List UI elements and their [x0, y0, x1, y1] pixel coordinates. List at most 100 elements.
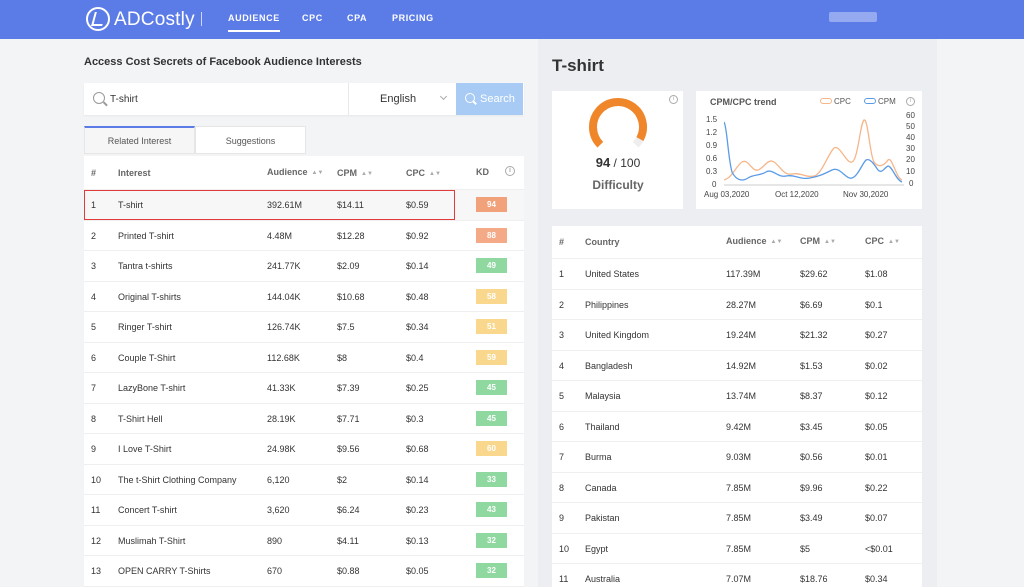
table-row[interactable]: 1 United States 117.39M $29.62 $1.08	[552, 259, 922, 290]
cell-cpm: $7.39	[337, 383, 360, 393]
table-row[interactable]: 11 Concert T-shirt 3,620 $6.24 $0.23 43	[84, 495, 524, 526]
header-cpc-sort[interactable]: CPC ▲▼	[865, 236, 900, 246]
top-nav: ADCostly AUDIENCE CPC CPA PRICING	[0, 0, 1024, 39]
y-left-tick: 0.6	[706, 154, 718, 163]
x-tick: Nov 30,2020	[843, 190, 889, 199]
cell-audience: 9.42M	[726, 421, 752, 432]
table-row[interactable]: 13 OPEN CARRY T-Shirts 670 $0.88 $0.05 32	[84, 556, 524, 587]
y-left-tick: 1.2	[706, 128, 718, 137]
cell-n: 8	[91, 413, 97, 424]
cell-n: 3	[91, 261, 97, 271]
table-row[interactable]: 1 T-shirt 392.61M $14.11 $0.59 94	[84, 190, 524, 221]
cell-interest: Concert T-shirt	[118, 505, 177, 515]
x-tick: Aug 03,2020	[704, 190, 750, 199]
table-row[interactable]: 11 Australia 7.07M $18.76 $0.34	[552, 564, 922, 587]
table-row[interactable]: 7 Burma 9.03M $0.56 $0.01	[552, 442, 922, 473]
search-input[interactable]	[110, 83, 340, 115]
language-select[interactable]: English	[348, 83, 456, 115]
cell-cpc: $0.12	[865, 391, 888, 401]
header-cpc-sort[interactable]: CPC ▲▼	[406, 168, 441, 178]
cell-country: Canada	[585, 482, 617, 493]
cell-interest: Couple T-Shirt	[118, 352, 176, 363]
table-row[interactable]: 10 The t-Shirt Clothing Company 6,120 $2 $0.…	[84, 464, 524, 495]
cell-cpm: $29.62	[800, 269, 828, 279]
table-row[interactable]: 5 Malaysia 13.74M $8.37 $0.12	[552, 381, 922, 412]
cell-n: 6	[91, 352, 97, 363]
cell-cpc: $0.01	[865, 452, 888, 462]
header-audience-sort[interactable]: Audience ▲▼	[267, 167, 323, 177]
cell-cpc: $0.59	[406, 200, 429, 210]
gauge-fill	[589, 98, 647, 148]
info-icon[interactable]: i	[906, 97, 915, 106]
cell-audience: 6,120	[267, 474, 290, 485]
table-row[interactable]: 7 LazyBone T-shirt 41.33K $7.39 $0.25 45	[84, 373, 524, 404]
kd-badge: 59	[476, 349, 507, 365]
cell-cpm: $4.11	[337, 535, 359, 546]
user-account-area[interactable]	[829, 12, 877, 22]
cell-n: 5	[91, 322, 97, 332]
cell-cpc: $0.13	[406, 535, 429, 546]
table-row[interactable]: 5 Ringer T-shirt 126.74K $7.5 $0.34 51	[84, 312, 524, 343]
cell-cpc: $0.1	[865, 299, 883, 310]
table-row[interactable]: 10 Egypt 7.85M $5 <$0.01	[552, 533, 922, 564]
cell-cpc: $0.34	[865, 574, 888, 584]
table-row[interactable]: 8 T-Shirt Hell 28.19K $7.71 $0.3 45	[84, 403, 524, 434]
cell-cpm: $9.96	[800, 482, 823, 493]
cell-cpm: $14.11	[337, 200, 364, 210]
header-kd: KD	[476, 167, 489, 177]
table-row[interactable]: 4 Original T-shirts 144.04K $10.68 $0.48 58	[84, 281, 524, 312]
chevron-down-icon	[439, 92, 448, 101]
header-cpm-sort[interactable]: CPM ▲▼	[800, 236, 836, 246]
kd-badge: 60	[476, 441, 507, 456]
info-icon[interactable]: i	[505, 166, 515, 176]
search-button[interactable]: Search	[456, 83, 523, 115]
cell-cpm: $0.56	[800, 452, 823, 462]
legend-item-cpm[interactable]: CPM	[864, 97, 896, 106]
table-row[interactable]: 2 Philippines 28.27M $6.69 $0.1	[552, 289, 922, 320]
cell-interest: OPEN CARRY T-Shirts	[118, 566, 211, 576]
cell-cpm: $0.88	[337, 566, 360, 576]
table-row[interactable]: 2 Printed T-shirt 4.48M $12.28 $0.92 88	[84, 220, 524, 251]
cell-audience: 112.68K	[267, 352, 300, 363]
header-interest: Interest	[118, 168, 151, 178]
table-row[interactable]: 6 Thailand 9.42M $3.45 $0.05	[552, 411, 922, 442]
cell-interest: Muslimah T-Shirt	[118, 535, 186, 546]
table-row[interactable]: 9 Pakistan 7.85M $3.49 $0.07	[552, 503, 922, 534]
nav-item-pricing[interactable]: PRICING	[392, 13, 434, 23]
cell-interest: T-shirt	[118, 200, 144, 210]
table-row[interactable]: 8 Canada 7.85M $9.96 $0.22	[552, 472, 922, 503]
y-right-tick: 20	[906, 155, 915, 164]
table-row[interactable]: 4 Bangladesh 14.92M $1.53 $0.02	[552, 350, 922, 381]
table-row[interactable]: 3 Tantra t-shirts 241.77K $2.09 $0.14 49	[84, 251, 524, 282]
table-row[interactable]: 3 United Kingdom 19.24M $21.32 $0.27	[552, 320, 922, 351]
cell-n: 10	[559, 543, 570, 554]
kd-badge: 94	[476, 197, 507, 212]
nav-item-audience[interactable]: AUDIENCE	[228, 13, 280, 32]
table-row[interactable]: 12 Muslimah T-Shirt 890 $4.11 $0.13 32	[84, 525, 524, 556]
header-audience-sort[interactable]: Audience ▲▼	[726, 236, 782, 246]
cell-cpc: $1.08	[865, 269, 888, 279]
tab-related-interest[interactable]: Related Interest	[84, 126, 195, 154]
cell-audience: 241.77K	[267, 261, 301, 271]
cell-cpc: $0.92	[406, 230, 429, 241]
cell-country: Australia	[585, 574, 621, 584]
info-icon[interactable]: i	[669, 95, 678, 104]
cell-audience: 7.85M	[726, 482, 752, 493]
nav-item-cpc[interactable]: CPC	[302, 13, 323, 23]
header-cpm-sort[interactable]: CPM ▲▼	[337, 168, 373, 178]
table-row[interactable]: 9 I Love T-Shirt 24.98K $9.56 $0.68 60	[84, 434, 524, 465]
cell-cpm: $2.09	[337, 261, 360, 271]
cell-n: 13	[91, 566, 102, 576]
cell-interest: T-Shirt Hell	[118, 413, 163, 424]
cell-n: 6	[559, 421, 565, 432]
kd-badge: 49	[476, 258, 507, 273]
cell-n: 11	[91, 505, 101, 515]
legend-item-cpc[interactable]: CPC	[820, 97, 851, 106]
nav-item-cpa[interactable]: CPA	[347, 13, 367, 23]
table-row[interactable]: 6 Couple T-Shirt 112.68K $8 $0.4 59	[84, 342, 524, 373]
interest-detail-panel: T-shirt 94 / 100 Difficulty i CPM/CPC tr…	[538, 39, 937, 587]
cell-cpm: $8	[337, 352, 348, 363]
adcostly-logo-icon[interactable]	[86, 7, 110, 31]
brand-name[interactable]: ADCostly	[114, 9, 195, 31]
tab-suggestions[interactable]: Suggestions	[195, 126, 306, 154]
